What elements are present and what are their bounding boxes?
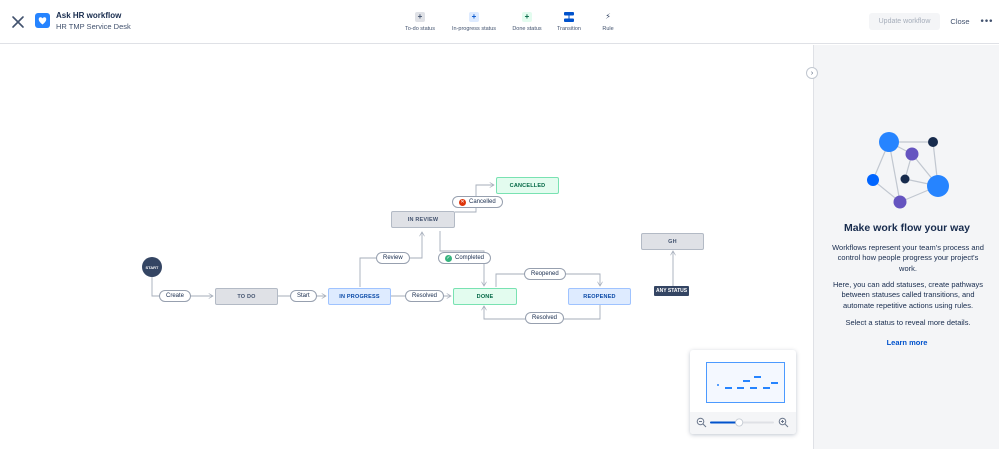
cancelled-icon: ✕: [459, 198, 466, 206]
minimap-viewport[interactable]: [706, 362, 785, 403]
plus-icon: +: [469, 12, 479, 22]
minimap[interactable]: [690, 350, 796, 434]
transition-review[interactable]: Review: [376, 252, 410, 264]
tool-label: Rule: [602, 26, 614, 32]
tool-label: To-do status: [405, 26, 435, 32]
workflow-canvas[interactable]: START TO DO IN PROGRESS IN REVIEW CANCEL…: [0, 45, 813, 449]
status-reopened[interactable]: REOPENED: [568, 288, 631, 305]
zoom-out-icon[interactable]: [696, 417, 707, 428]
service-desk-icon: [35, 13, 50, 28]
add-in-progress-status-button[interactable]: + In-progress status: [449, 12, 499, 32]
transition-resolved-reopened[interactable]: Resolved: [525, 312, 565, 324]
status-in-review[interactable]: IN REVIEW: [391, 211, 455, 228]
transition-start[interactable]: Start: [290, 290, 317, 302]
transition-label: Reopened: [531, 271, 559, 277]
panel-heading: Make work flow your way: [843, 222, 971, 234]
status-gh[interactable]: GH: [641, 233, 704, 250]
status-cancelled[interactable]: CANCELLED: [496, 177, 559, 194]
any-status-node[interactable]: ANY STATUS: [654, 286, 690, 296]
learn-more-link[interactable]: Learn more: [814, 338, 999, 347]
start-node[interactable]: START: [142, 257, 162, 277]
zoom-in-icon[interactable]: [778, 417, 789, 428]
plus-icon: +: [522, 12, 532, 22]
check-icon: ✓: [445, 254, 452, 262]
add-rule-button[interactable]: ⚡ Rule: [583, 12, 633, 33]
status-todo[interactable]: TO DO: [215, 288, 278, 305]
transition-icon: [564, 12, 574, 22]
lightning-icon: ⚡: [605, 12, 611, 21]
close-button[interactable]: Close: [945, 13, 975, 30]
status-done[interactable]: DONE: [453, 288, 517, 305]
zoom-slider[interactable]: [710, 417, 774, 428]
transition-label: Start: [297, 293, 310, 299]
transition-cancelled[interactable]: ✕ Cancelled: [452, 196, 503, 208]
minimap-preview: [717, 376, 778, 389]
panel-paragraph: Workflows represent your team's process …: [832, 243, 984, 273]
workflow-illustration: [867, 132, 949, 209]
panel-paragraph: Here, you can add statuses, create pathw…: [832, 280, 984, 310]
add-todo-status-button[interactable]: + To-do status: [395, 12, 445, 32]
transition-create[interactable]: Create: [159, 290, 192, 302]
info-panel: Make work flow your way Workflows repres…: [813, 45, 999, 449]
plus-icon: +: [415, 12, 425, 22]
panel-paragraph: Select a status to reveal more details.: [845, 318, 971, 327]
update-workflow-button[interactable]: Update workflow: [869, 13, 940, 30]
zoom-controls: [690, 412, 796, 434]
transition-label: Resolved: [412, 293, 438, 299]
status-in-progress[interactable]: IN PROGRESS: [328, 288, 391, 305]
transition-resolved[interactable]: Resolved: [405, 290, 445, 302]
project-name: HR TMP Service Desk: [56, 22, 131, 31]
transition-completed[interactable]: ✓ Completed: [438, 252, 492, 264]
transition-label: Resolved: [532, 315, 558, 321]
transition-label: Create: [166, 293, 185, 299]
workflow-header: Ask HR workflow HR TMP Service Desk + To…: [0, 0, 999, 44]
more-actions-icon[interactable]: •••: [977, 13, 995, 30]
workflow-title: Ask HR workflow: [56, 11, 122, 20]
transition-reopened[interactable]: Reopened: [524, 268, 566, 280]
collapse-panel-icon[interactable]: ›: [806, 67, 818, 79]
close-editor-icon[interactable]: [8, 12, 28, 32]
transition-label: Cancelled: [469, 199, 496, 205]
transition-label: Completed: [455, 255, 485, 261]
tool-label: In-progress status: [451, 26, 497, 32]
transition-label: Review: [383, 255, 403, 261]
